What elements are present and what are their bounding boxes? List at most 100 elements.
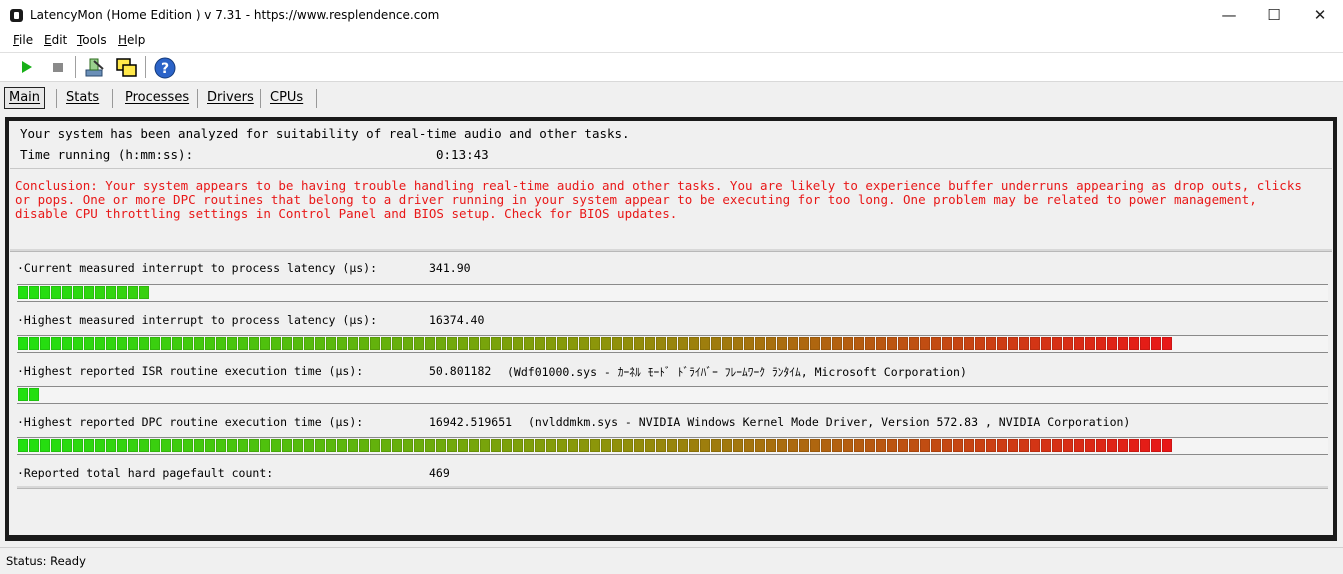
bar-segment: [777, 439, 787, 452]
bar-segment: [73, 337, 83, 350]
tab-cpus[interactable]: CPUs: [270, 88, 303, 108]
bar-segment: [557, 337, 567, 350]
bar-segment: [249, 439, 259, 452]
app-icon: [10, 9, 23, 22]
isr-bar: [17, 386, 1328, 404]
metric-label: ·Current measured interrupt to process l…: [17, 261, 378, 275]
bar-segment: [1096, 439, 1106, 452]
bar-segment: [887, 337, 897, 350]
bar-segment: [755, 439, 765, 452]
bar-segment: [491, 337, 501, 350]
bar-segment: [18, 337, 28, 350]
bar-segment: [293, 337, 303, 350]
menu-edit[interactable]: Edit: [44, 33, 67, 47]
bar-segment: [700, 337, 710, 350]
minimize-button[interactable]: —: [1206, 0, 1252, 32]
bar-segment: [953, 439, 963, 452]
bar-segment: [876, 439, 886, 452]
latency-bar: [17, 335, 1328, 353]
maximize-button[interactable]: ☐: [1251, 0, 1297, 32]
bar-segment: [568, 337, 578, 350]
bar-segment: [1030, 439, 1040, 452]
menu-file[interactable]: File: [13, 33, 33, 47]
bar-segment: [436, 439, 446, 452]
bar-segment: [579, 337, 589, 350]
bar-segment: [678, 439, 688, 452]
bar-segment: [29, 337, 39, 350]
bar-segment: [326, 439, 336, 452]
bar-segment: [480, 337, 490, 350]
bar-segment: [678, 337, 688, 350]
submit-icon[interactable]: [83, 56, 105, 78]
bar-segment: [689, 439, 699, 452]
bar-segment: [502, 439, 512, 452]
bar-segment: [942, 439, 952, 452]
time-running-value: 0:13:43: [436, 147, 489, 162]
bar-segment: [139, 337, 149, 350]
bar-segment: [898, 439, 908, 452]
time-running-label: Time running (h:mm:ss):: [20, 147, 194, 162]
windows-icon[interactable]: [115, 56, 137, 78]
bar-segment: [227, 439, 237, 452]
tab-drivers[interactable]: Drivers: [207, 88, 254, 108]
bar-segment: [139, 286, 149, 299]
menu-tools[interactable]: Tools: [77, 33, 107, 47]
bar-segment: [436, 337, 446, 350]
title-bar: LatencyMon (Home Edition ) v 7.31 - http…: [0, 0, 1343, 32]
bar-segment: [238, 439, 248, 452]
bar-segment: [293, 439, 303, 452]
bar-segment: [425, 439, 435, 452]
bar-segment: [579, 439, 589, 452]
bar-segment: [183, 337, 193, 350]
bar-segment: [1052, 439, 1062, 452]
metric-value: 50.801182: [429, 364, 492, 378]
status-text: Status: Ready: [6, 554, 86, 568]
play-icon[interactable]: [15, 56, 37, 78]
bar-segment: [1129, 337, 1139, 350]
bar-segment: [942, 337, 952, 350]
bar-segment: [700, 439, 710, 452]
bar-segment: [1129, 439, 1139, 452]
bar-segment: [766, 337, 776, 350]
bar-segment: [139, 439, 149, 452]
bar-segment: [667, 439, 677, 452]
tab-stats[interactable]: Stats: [66, 88, 99, 108]
bar-segment: [865, 337, 875, 350]
bar-segment: [953, 337, 963, 350]
menu-help[interactable]: Help: [118, 33, 145, 47]
bar-segment: [161, 439, 171, 452]
bar-segment: [183, 439, 193, 452]
bar-segment: [161, 337, 171, 350]
bar-segment: [711, 337, 721, 350]
bar-segment: [51, 439, 61, 452]
bar-segment: [1008, 337, 1018, 350]
bar-segment: [909, 439, 919, 452]
bar-segment: [832, 337, 842, 350]
conclusion-text: Conclusion: Your system appears to be ha…: [15, 178, 1310, 221]
bar-segment: [832, 439, 842, 452]
bar-segment: [920, 439, 930, 452]
bar-segment: [172, 337, 182, 350]
bar-segment: [62, 337, 72, 350]
stop-icon[interactable]: [47, 56, 69, 78]
toolbar-separator: [145, 56, 146, 78]
bar-segment: [425, 337, 435, 350]
bar-segment: [821, 337, 831, 350]
bar-segment: [1118, 439, 1128, 452]
close-button[interactable]: ✕: [1297, 0, 1343, 32]
bar-segment: [931, 439, 941, 452]
bar-segment: [623, 439, 633, 452]
bar-segment: [337, 337, 347, 350]
bar-segment: [898, 337, 908, 350]
main-panel-frame: Your system has been analyzed for suitab…: [5, 117, 1337, 541]
section-divider: [10, 249, 1332, 252]
bar-segment: [986, 439, 996, 452]
bar-segment: [1096, 337, 1106, 350]
bar-segment: [535, 439, 545, 452]
bar-segment: [40, 286, 50, 299]
bar-segment: [95, 337, 105, 350]
tab-processes[interactable]: Processes: [125, 88, 189, 108]
tab-main[interactable]: Main: [4, 87, 46, 109]
bar-segment: [634, 439, 644, 452]
help-icon[interactable]: ?: [153, 56, 176, 79]
